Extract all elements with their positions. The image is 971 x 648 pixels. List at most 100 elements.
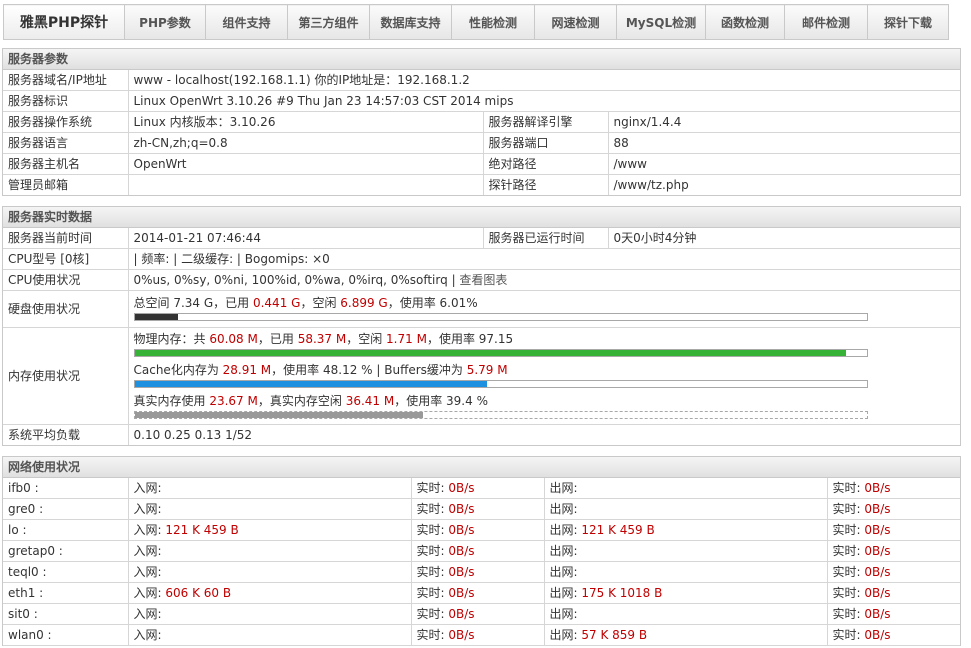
- network-title: 网络使用状况: [3, 457, 960, 478]
- iface-cell: sit0 :: [3, 603, 129, 625]
- nav-download[interactable]: 探针下载: [867, 4, 949, 40]
- in-cell: 入网:: [128, 540, 412, 562]
- in-rt-cell: 实时: 0B/s: [411, 603, 545, 625]
- out-realtime: 0B/s: [864, 523, 891, 537]
- mem-label: 内存使用状况: [3, 327, 129, 425]
- row-value: Linux 内核版本：3.10.26: [128, 111, 484, 133]
- out-rt-cell: 实时: 0B/s: [827, 477, 960, 499]
- time-label: 服务器当前时间: [3, 227, 129, 249]
- disk-cell: 总空间 7.34 G，已用 0.441 G，空闲 6.899 G，使用率 6.0…: [128, 290, 960, 328]
- network-panel: 网络使用状况 ifb0 : 入网: 实时: 0B/s 出网: 实时: 0B/s gre…: [2, 456, 961, 646]
- network-row: sit0 : 入网: 实时: 0B/s 出网: 实时: 0B/s: [3, 603, 960, 625]
- row-value: /www/tz.php: [613, 178, 689, 192]
- network-row: ifb0 : 入网: 实时: 0B/s 出网: 实时: 0B/s: [3, 477, 960, 499]
- iface-cell: teql0 :: [3, 561, 129, 583]
- out-cell: 出网:: [544, 561, 828, 583]
- server-params-title: 服务器参数: [3, 49, 960, 70]
- row-value: www - localhost(192.168.1.1) 你的IP地址是：192…: [128, 69, 960, 91]
- network-row: wlan0 : 入网: 实时: 0B/s 出网: 57 K 859 B 实时: 0B/…: [3, 624, 960, 646]
- mem-physical-text: 物理内存：共 60.08 M，已用 58.37 M，空闲 1.71 M，使用率 …: [133, 331, 514, 346]
- nav-performance[interactable]: 性能检测: [451, 4, 535, 40]
- brand-logo[interactable]: 雅黑PHP探针: [3, 4, 125, 40]
- row-value: /www: [608, 153, 960, 175]
- disk-used: 0.441 G: [252, 295, 301, 310]
- in-cell: 入网: 121 K 459 B: [128, 519, 412, 541]
- nav-mail[interactable]: 邮件检测: [784, 4, 868, 40]
- row-label: 服务器主机名: [3, 153, 129, 175]
- in-realtime: 0B/s: [448, 544, 475, 558]
- out-rt-cell: 实时: 0B/s: [827, 582, 960, 604]
- nav-php-params[interactable]: PHP参数: [124, 4, 206, 40]
- row-value: 88: [608, 132, 960, 154]
- nav-database[interactable]: 数据库支持: [369, 4, 452, 40]
- load-label: 系统平均负载: [3, 424, 129, 445]
- iface-cell: wlan0 :: [3, 624, 129, 646]
- iface-name: ifb0 :: [8, 481, 39, 495]
- in-rt-cell: 实时: 0B/s: [411, 582, 545, 604]
- row-value: Linux OpenWrt 3.10.26 #9 Thu Jan 23 14:5…: [128, 90, 960, 112]
- in-rt-cell: 实时: 0B/s: [411, 540, 545, 562]
- out-rt-cell: 实时: 0B/s: [827, 540, 960, 562]
- row-label: 管理员邮箱: [3, 174, 129, 195]
- cpu-model-value: | 频率: | 二级缓存: | Bogomips: ×0: [128, 248, 960, 270]
- nav-network-speed[interactable]: 网速检测: [534, 4, 617, 40]
- realtime-panel: 服务器实时数据 服务器当前时间 2014-01-21 07:46:44 服务器已…: [2, 206, 961, 446]
- in-rt-cell: 实时: 0B/s: [411, 624, 545, 646]
- out-cell: 出网:: [544, 498, 828, 520]
- out-realtime: 0B/s: [864, 544, 891, 558]
- iface-name: teql0 :: [8, 565, 47, 579]
- in-rt-cell: 实时: 0B/s: [411, 561, 545, 583]
- row-label: 服务器语言: [3, 132, 129, 154]
- nav-third-party[interactable]: 第三方组件: [287, 4, 370, 40]
- out-cell: 出网:: [544, 540, 828, 562]
- cpu-chart-link[interactable]: 查看图表: [459, 273, 507, 287]
- in-realtime: 0B/s: [448, 502, 475, 516]
- row-label: 探针路径: [483, 174, 609, 195]
- mem-physical-fill: [134, 349, 846, 356]
- mem-real-fill: [134, 411, 423, 418]
- mem-cache-fill: [134, 380, 487, 387]
- nav-components[interactable]: 组件支持: [205, 4, 288, 40]
- time-value: 2014-01-21 07:46:44: [128, 227, 484, 249]
- network-row: eth1 : 入网: 606 K 60 B 实时: 0B/s 出网: 175 K 10…: [3, 582, 960, 604]
- in-rt-cell: 实时: 0B/s: [411, 498, 545, 520]
- row-label: 服务器解译引擎: [483, 111, 609, 133]
- in-cell: 入网:: [128, 561, 412, 583]
- iface-cell: gretap0 :: [3, 540, 129, 562]
- out-total: 121 K 459 B: [581, 523, 655, 537]
- nav-mysql[interactable]: MySQL检测: [616, 4, 706, 40]
- out-cell: 出网:: [544, 603, 828, 625]
- out-rt-cell: 实时: 0B/s: [827, 498, 960, 520]
- disk-progress-bar: [133, 312, 868, 321]
- mem-real-bar: [133, 410, 868, 419]
- network-row: teql0 : 入网: 实时: 0B/s 出网: 实时: 0B/s: [3, 561, 960, 583]
- row-value: zh-CN,zh;q=0.8: [128, 132, 484, 154]
- in-realtime: 0B/s: [448, 481, 475, 495]
- in-realtime: 0B/s: [448, 523, 475, 537]
- mem-cache-bar: [133, 379, 868, 388]
- in-realtime: 0B/s: [448, 565, 475, 579]
- in-cell: 入网:: [128, 498, 412, 520]
- out-realtime: 0B/s: [864, 607, 891, 621]
- cpu-model-label: CPU型号 [0核]: [3, 248, 129, 270]
- server-params-panel: 服务器参数 服务器域名/IP地址 www - localhost(192.168…: [2, 48, 961, 196]
- network-row: gre0 : 入网: 实时: 0B/s 出网: 实时: 0B/s: [3, 498, 960, 520]
- iface-cell: ifb0 :: [3, 477, 129, 499]
- disk-progress-fill: [134, 313, 179, 320]
- out-realtime: 0B/s: [864, 628, 891, 642]
- in-cell: 入网: 606 K 60 B: [128, 582, 412, 604]
- cpu-usage-label: CPU使用状况: [3, 269, 129, 291]
- in-cell: 入网:: [128, 603, 412, 625]
- nav-functions[interactable]: 函数检测: [705, 4, 785, 40]
- iface-cell: gre0 :: [3, 498, 129, 520]
- iface-name: gretap0 :: [8, 544, 63, 558]
- in-realtime: 0B/s: [448, 607, 475, 621]
- load-value: 0.10 0.25 0.13 1/52: [133, 428, 253, 442]
- iface-cell: eth1 :: [3, 582, 129, 604]
- disk-label: 硬盘使用状况: [3, 290, 129, 328]
- in-total: 121 K 459 B: [165, 523, 239, 537]
- out-rt-cell: 实时: 0B/s: [827, 561, 960, 583]
- iface-name: wlan0 :: [8, 628, 52, 642]
- out-cell: 出网: 57 K 859 B: [544, 624, 828, 646]
- row-label: 服务器标识: [3, 90, 129, 112]
